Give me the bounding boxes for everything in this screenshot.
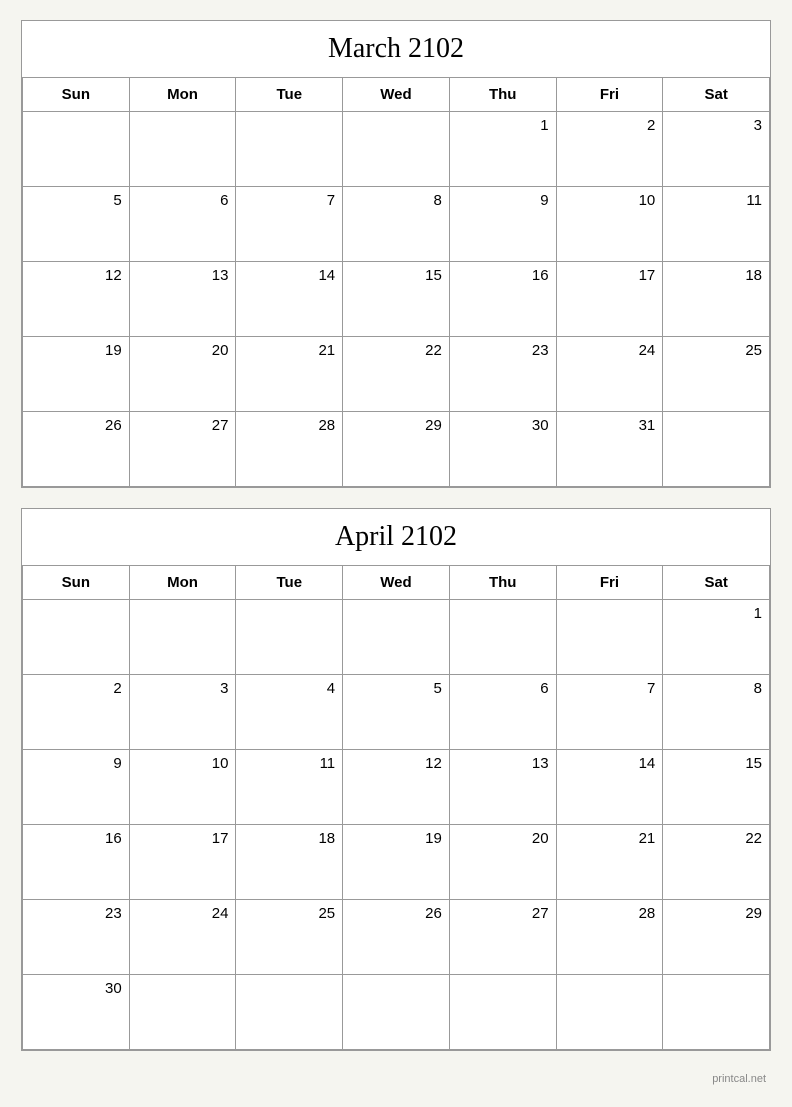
day-cell xyxy=(23,112,130,187)
day-cell xyxy=(343,112,450,187)
day-cell: 15 xyxy=(663,750,770,825)
day-cell: 19 xyxy=(23,337,130,412)
day-cell: 9 xyxy=(450,187,557,262)
day-cell xyxy=(130,975,237,1050)
day-cell xyxy=(557,600,664,675)
day-cell xyxy=(343,600,450,675)
day-header: Sun xyxy=(23,78,130,112)
march-calendar: March 2102 SunMonTueWedThuFriSat12356789… xyxy=(21,20,771,488)
day-cell: 29 xyxy=(663,900,770,975)
day-cell: 16 xyxy=(450,262,557,337)
day-cell xyxy=(236,112,343,187)
day-cell: 17 xyxy=(557,262,664,337)
day-header: Wed xyxy=(343,78,450,112)
day-cell xyxy=(236,600,343,675)
day-cell: 8 xyxy=(343,187,450,262)
day-header: Sat xyxy=(663,78,770,112)
day-header: Mon xyxy=(130,566,237,600)
day-cell: 27 xyxy=(450,900,557,975)
day-cell: 25 xyxy=(663,337,770,412)
watermark: printcal.net xyxy=(21,1071,771,1087)
day-cell: 2 xyxy=(23,675,130,750)
day-cell: 4 xyxy=(236,675,343,750)
day-cell: 14 xyxy=(557,750,664,825)
day-cell: 26 xyxy=(343,900,450,975)
day-cell: 28 xyxy=(557,900,664,975)
day-cell xyxy=(236,975,343,1050)
day-cell: 9 xyxy=(23,750,130,825)
day-header: Tue xyxy=(236,78,343,112)
day-cell: 2 xyxy=(557,112,664,187)
day-cell: 11 xyxy=(236,750,343,825)
march-title: March 2102 xyxy=(22,21,770,78)
day-header: Mon xyxy=(130,78,237,112)
day-cell: 31 xyxy=(557,412,664,487)
day-cell xyxy=(663,412,770,487)
day-cell: 26 xyxy=(23,412,130,487)
day-cell: 10 xyxy=(557,187,664,262)
day-cell: 17 xyxy=(130,825,237,900)
day-header: Tue xyxy=(236,566,343,600)
day-cell xyxy=(130,600,237,675)
day-cell: 20 xyxy=(450,825,557,900)
day-cell: 27 xyxy=(130,412,237,487)
day-cell: 21 xyxy=(557,825,664,900)
day-cell: 22 xyxy=(663,825,770,900)
day-cell xyxy=(450,600,557,675)
april-grid: SunMonTueWedThuFriSat1234567891011121314… xyxy=(22,566,770,1050)
day-cell: 30 xyxy=(23,975,130,1050)
day-cell: 13 xyxy=(450,750,557,825)
day-cell xyxy=(343,975,450,1050)
day-cell: 10 xyxy=(130,750,237,825)
day-cell: 15 xyxy=(343,262,450,337)
day-cell: 16 xyxy=(23,825,130,900)
day-cell xyxy=(23,600,130,675)
day-header: Thu xyxy=(450,566,557,600)
april-calendar: April 2102 SunMonTueWedThuFriSat12345678… xyxy=(21,508,771,1051)
day-cell: 20 xyxy=(130,337,237,412)
day-cell: 3 xyxy=(663,112,770,187)
day-cell: 6 xyxy=(130,187,237,262)
day-cell: 18 xyxy=(236,825,343,900)
day-cell: 23 xyxy=(23,900,130,975)
day-cell: 7 xyxy=(557,675,664,750)
day-cell: 28 xyxy=(236,412,343,487)
day-cell: 25 xyxy=(236,900,343,975)
day-cell: 12 xyxy=(23,262,130,337)
day-cell: 5 xyxy=(23,187,130,262)
april-title: April 2102 xyxy=(22,509,770,566)
day-cell xyxy=(663,975,770,1050)
day-cell xyxy=(450,975,557,1050)
day-cell: 24 xyxy=(130,900,237,975)
day-cell: 12 xyxy=(343,750,450,825)
day-header: Fri xyxy=(557,566,664,600)
day-cell: 30 xyxy=(450,412,557,487)
day-cell: 22 xyxy=(343,337,450,412)
day-cell: 13 xyxy=(130,262,237,337)
day-cell: 19 xyxy=(343,825,450,900)
day-cell: 21 xyxy=(236,337,343,412)
day-cell: 6 xyxy=(450,675,557,750)
march-grid: SunMonTueWedThuFriSat1235678910111213141… xyxy=(22,78,770,487)
day-header: Thu xyxy=(450,78,557,112)
day-header: Wed xyxy=(343,566,450,600)
day-cell: 24 xyxy=(557,337,664,412)
day-cell: 5 xyxy=(343,675,450,750)
day-cell: 23 xyxy=(450,337,557,412)
day-header: Sat xyxy=(663,566,770,600)
day-cell: 18 xyxy=(663,262,770,337)
day-cell: 1 xyxy=(450,112,557,187)
day-cell: 8 xyxy=(663,675,770,750)
day-cell xyxy=(557,975,664,1050)
day-cell: 7 xyxy=(236,187,343,262)
day-cell: 14 xyxy=(236,262,343,337)
day-cell: 29 xyxy=(343,412,450,487)
day-header: Fri xyxy=(557,78,664,112)
day-cell: 3 xyxy=(130,675,237,750)
day-header: Sun xyxy=(23,566,130,600)
day-cell xyxy=(130,112,237,187)
day-cell: 1 xyxy=(663,600,770,675)
day-cell: 11 xyxy=(663,187,770,262)
